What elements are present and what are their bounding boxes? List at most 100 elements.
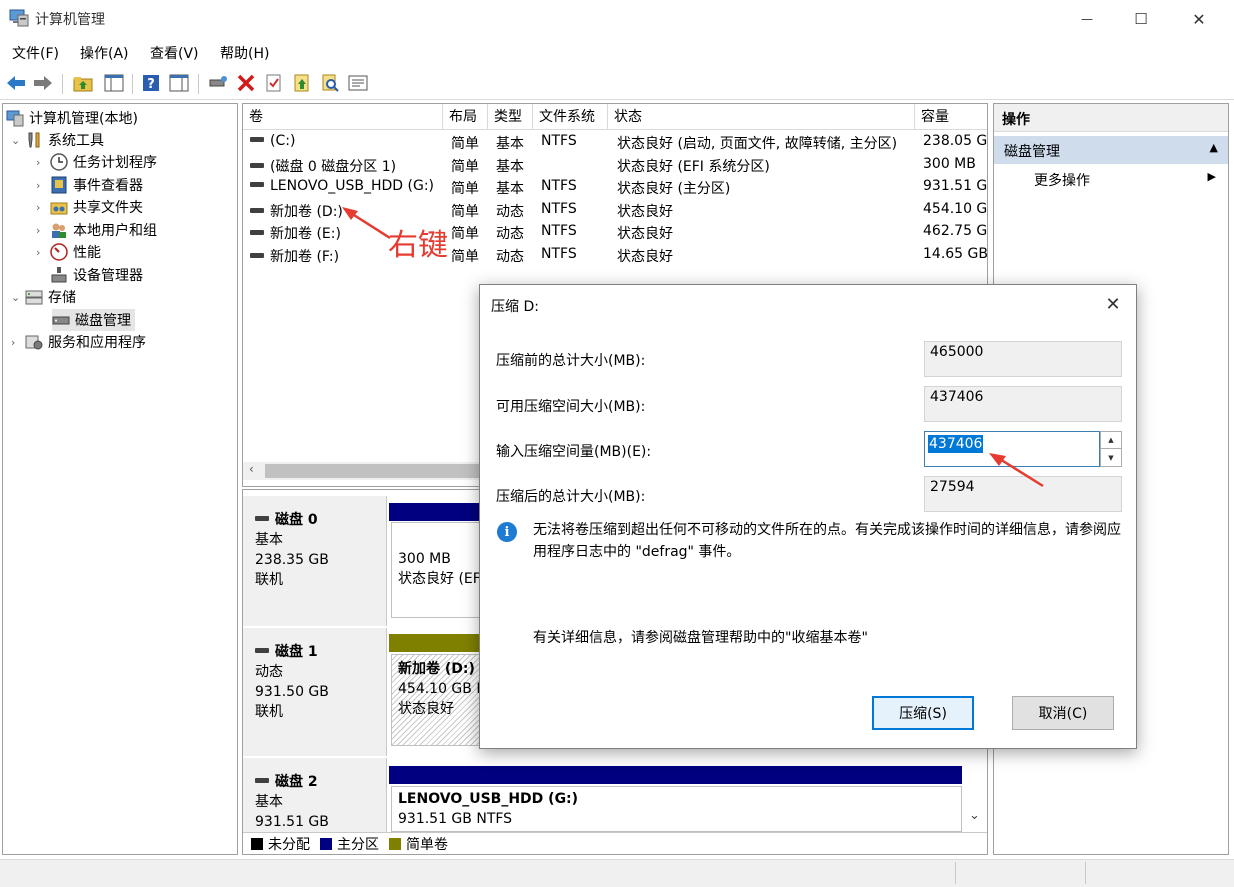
back-arrow-icon[interactable] [5,72,27,94]
chevron-right-icon[interactable]: › [36,179,50,192]
table-row[interactable]: 新加卷 (F:) 简单 动态 NTFS 状态良好 14.65 GB [243,244,987,266]
scroll-down-icon[interactable]: ⌄ [969,808,980,823]
partition-d[interactable]: 新加卷 (D:) 454.10 GB N 状态良好 [391,654,484,746]
legend-label: 简单卷 [406,836,448,853]
chevron-right-icon[interactable]: › [11,336,25,349]
disk-1-info[interactable]: 磁盘 1 动态 931.50 GB 联机 [243,628,387,756]
tree-item-local-users[interactable]: › 本地用户和组 [36,219,157,241]
import-icon[interactable] [291,72,313,94]
check-icon[interactable] [263,72,285,94]
tree-item-task-scheduler[interactable]: › 任务计划程序 [36,151,157,173]
show-hide-tree-icon[interactable] [103,72,125,94]
disk-size: 931.50 GB [255,684,329,700]
volume-layout: 简单 [451,226,479,242]
chevron-right-icon[interactable]: › [36,224,50,237]
find-icon[interactable] [319,72,341,94]
cancel-button[interactable]: 取消(C) [1012,696,1114,730]
spin-down-icon[interactable]: ▼ [1101,449,1121,466]
drive-icon [250,207,264,213]
partition-size: 931.51 GB NTFS [398,811,513,827]
volume-type: 基本 [496,181,524,197]
legend-swatch [389,837,401,850]
tree-item-performance[interactable]: › 性能 [36,241,101,263]
shrink-button[interactable]: 压缩(S) [872,696,974,730]
disk-icon [52,316,70,325]
tree-item-root[interactable]: 计算机管理(本地) [6,107,138,129]
computer-management-icon [9,9,29,27]
list-icon[interactable] [347,72,369,94]
menu-file[interactable]: 文件(F) [12,43,59,63]
chevron-right-icon[interactable]: › [36,156,50,169]
actions-section-disk-management[interactable]: 磁盘管理 ▲ [994,136,1228,164]
shrink-amount-spinner[interactable]: ▲ ▼ [1100,431,1122,467]
delete-icon[interactable] [235,72,257,94]
tree-item-system-tools[interactable]: ⌄ 系统工具 [11,129,104,151]
disk-name: 磁盘 1 [275,644,318,660]
column-header-filesystem[interactable]: 文件系统 [533,104,608,130]
minimize-button[interactable]: — [1058,0,1116,38]
dialog-close-button[interactable]: ✕ [1090,285,1136,323]
maximize-button[interactable]: ☐ [1112,0,1170,38]
column-header-layout[interactable]: 布局 [443,104,488,130]
help-icon[interactable]: ? [140,72,162,94]
tree-label-services-apps: 服务和应用程序 [48,335,146,351]
properties-pane-icon[interactable] [168,72,190,94]
total-after-label: 压缩后的总计大小(MB): [496,489,646,505]
scroll-left-icon[interactable]: ‹ [249,462,254,476]
column-header-volume[interactable]: 卷 [243,104,443,130]
folder-up-icon[interactable] [72,72,94,94]
table-row[interactable]: LENOVO_USB_HDD (G:) 简单 基本 NTFS 状态良好 (主分区… [243,176,987,198]
disk-2-info[interactable]: 磁盘 2 基本 931.51 GB [243,758,387,832]
volume-status: 状态良好 (主分区) [617,181,731,197]
column-header-status[interactable]: 状态 [608,104,915,130]
svg-text:?: ? [147,77,155,92]
tree-item-event-viewer[interactable]: › 事件查看器 [36,174,143,196]
menu-help[interactable]: 帮助(H) [220,43,269,63]
tree-item-storage[interactable]: ⌄ 存储 [11,286,76,308]
drive-icon [250,136,264,142]
spin-up-icon[interactable]: ▲ [1101,432,1121,449]
volume-type: 动态 [496,226,524,242]
menu-view[interactable]: 查看(V) [150,43,199,63]
partition-g[interactable]: LENOVO_USB_HDD (G:) 931.51 GB NTFS [391,786,962,832]
disk-0-info[interactable]: 磁盘 0 基本 238.35 GB 联机 [243,496,387,626]
toolbar: ? [0,66,1234,100]
column-header-capacity[interactable]: 容量 [915,104,987,130]
connect-icon[interactable] [207,72,229,94]
disk-name: 磁盘 0 [275,512,318,528]
collapse-up-icon[interactable]: ▲ [1210,141,1218,154]
close-button[interactable]: ✕ [1170,0,1228,38]
disk-size: 238.35 GB [255,552,329,568]
tree-label-shared-folders: 共享文件夹 [73,200,143,216]
chevron-right-icon[interactable]: › [36,201,50,214]
menu-action[interactable]: 操作(A) [80,43,129,63]
tree-item-services-apps[interactable]: › 服务和应用程序 [11,331,146,353]
tree-item-device-manager[interactable]: 设备管理器 [50,264,143,286]
partition-efi[interactable]: 300 MB 状态良好 (EF [391,522,484,618]
table-row[interactable]: (C:) 简单 基本 NTFS 状态良好 (启动, 页面文件, 故障转储, 主分… [243,131,987,153]
tree-label-system-tools: 系统工具 [48,133,104,149]
disk-status: 联机 [255,572,283,588]
tree-label-task-scheduler: 任务计划程序 [73,155,157,171]
tree-item-shared-folders[interactable]: › 共享文件夹 [36,196,143,218]
tree-item-disk-management[interactable]: 磁盘管理 [52,309,135,331]
shrink-amount-value: 437406 [928,435,984,453]
chevron-down-icon[interactable]: ⌄ [11,291,25,304]
column-header-type[interactable]: 类型 [488,104,533,130]
disk-icon [255,515,269,521]
volume-status: 状态良好 [617,226,673,242]
table-row[interactable]: (磁盘 0 磁盘分区 1) 简单 基本 状态良好 (EFI 系统分区) 300 … [243,154,987,176]
chevron-right-icon[interactable]: › [36,246,50,259]
tree-label-event-viewer: 事件查看器 [73,178,143,194]
total-before-field: 465000 [924,341,1122,377]
chevron-down-icon[interactable]: ⌄ [11,134,25,147]
volume-filesystem: NTFS [541,201,577,217]
volume-status: 状态良好 [617,249,673,265]
forward-arrow-icon[interactable] [32,72,54,94]
more-actions-item[interactable]: 更多操作 [1034,170,1090,190]
volume-name: 新加卷 (F:) [270,249,340,265]
volume-name: (C:) [270,133,296,149]
tools-icon [28,132,40,148]
legend-item: 简单卷 [389,834,448,854]
scrollbar-thumb[interactable] [265,464,485,478]
